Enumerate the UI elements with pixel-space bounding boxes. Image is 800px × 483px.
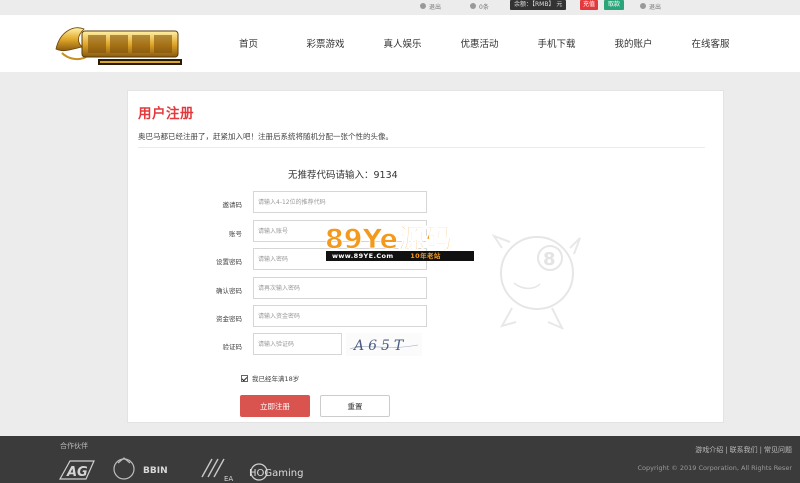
logout-icon	[640, 3, 646, 9]
partner-hogaming-logo[interactable]: HOGaming	[246, 455, 318, 483]
deposit-button[interactable]: 充值	[580, 0, 598, 10]
divider	[138, 147, 705, 148]
register-button[interactable]: 立即注册	[240, 395, 310, 417]
invite-code-label: 邀请码	[222, 201, 243, 209]
header: 首页 彩票游戏 真人娱乐 优惠活动 手机下载 我的账户 在线客服	[0, 15, 800, 72]
svg-text:AG: AG	[66, 465, 88, 480]
user-icon	[420, 3, 426, 9]
captcha-image[interactable]: A65T	[346, 333, 422, 356]
footer-link-contact[interactable]: 联系我们	[730, 446, 758, 454]
topbar-user[interactable]: 退出	[420, 1, 441, 11]
svg-text:EA: EA	[224, 475, 233, 483]
svg-text:BBIN: BBIN	[143, 466, 168, 476]
svg-text:HOGaming: HOGaming	[249, 468, 303, 479]
fund-password-input[interactable]	[253, 305, 427, 327]
watermark-url: www.89YE.Com	[332, 252, 394, 260]
balance-display: 余额：【RMB】 元	[510, 0, 567, 10]
top-bar: 退出 0条 余额：【RMB】 元 充值 取款 退出	[0, 0, 800, 15]
nav-live-casino[interactable]: 真人娱乐	[364, 15, 441, 72]
fund-password-label: 资金密码	[216, 315, 242, 323]
withdraw-button[interactable]: 取款	[604, 0, 624, 10]
watermark-tag: 10年老站	[410, 252, 441, 260]
page-title: 用户注册	[138, 106, 194, 122]
copyright: Copyright © 2019 Corporation, All Rights…	[637, 464, 792, 472]
partner-ag-logo[interactable]: AG	[58, 455, 96, 483]
field-row-invite: 邀请码	[168, 191, 568, 215]
account-label: 账号	[229, 230, 242, 238]
site-logo[interactable]	[52, 19, 188, 69]
password-label: 设置密码	[216, 258, 242, 266]
confirm-password-label: 确认密码	[216, 287, 242, 295]
captcha-label: 验证码	[222, 343, 243, 351]
eight-ball-mascot: 8	[492, 234, 581, 330]
svg-text:8: 8	[543, 249, 556, 270]
confirm-password-input[interactable]	[253, 277, 427, 299]
captcha-input[interactable]	[253, 333, 342, 355]
age-agreement[interactable]: 我已经年满18岁	[241, 373, 299, 383]
age-checkbox-label: 我已经年满18岁	[252, 375, 300, 383]
nav-customer-service[interactable]: 在线客服	[672, 15, 749, 72]
nav-mobile-download[interactable]: 手机下载	[518, 15, 595, 72]
partner-ea-logo[interactable]: EA	[198, 455, 238, 483]
partners-title: 合作伙伴	[60, 442, 88, 450]
nav-promotions[interactable]: 优惠活动	[441, 15, 518, 72]
topbar-messages[interactable]: 0条	[470, 1, 489, 11]
mail-icon	[470, 3, 476, 9]
footer-link-game-intro[interactable]: 游戏介绍	[695, 446, 723, 454]
reset-button[interactable]: 重置	[320, 395, 390, 417]
partner-bbin-logo[interactable]: BBIN	[110, 455, 184, 483]
main-nav: 首页 彩票游戏 真人娱乐 优惠活动 手机下载 我的账户 在线客服	[210, 15, 749, 72]
nav-my-account[interactable]: 我的账户	[595, 15, 672, 72]
register-description: 奥巴马都已经注册了，赶紧加入吧！注册后系统将随机分配一张个性的头像。	[138, 132, 393, 141]
topbar-logout[interactable]: 退出	[640, 1, 661, 11]
footer-link-faq[interactable]: 常见问题	[764, 446, 792, 454]
watermark-url-bar: www.89YE.Com 10年老站	[326, 251, 474, 261]
referral-hint: 无推荐代码请输入：9134	[288, 170, 398, 181]
invite-code-input[interactable]	[253, 191, 427, 213]
footer: 合作伙伴 AG BBIN EA HOGaming 游戏介绍 | 联系我们 | 常见问题 …	[0, 436, 800, 483]
nav-lottery[interactable]: 彩票游戏	[287, 15, 364, 72]
nav-home[interactable]: 首页	[210, 15, 287, 72]
footer-links: 游戏介绍 | 联系我们 | 常见问题	[695, 446, 792, 454]
svg-text:A65T: A65T	[352, 338, 407, 354]
age-checkbox[interactable]	[241, 374, 248, 382]
